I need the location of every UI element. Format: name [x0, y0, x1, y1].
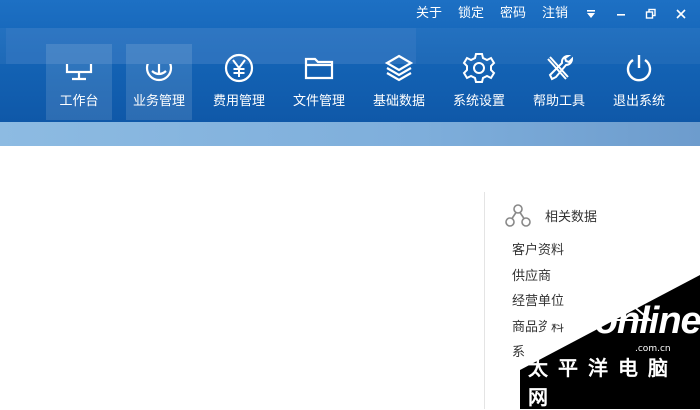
nav-business[interactable]: 业务管理 [126, 44, 192, 120]
restore-icon[interactable] [644, 7, 658, 21]
nav-files[interactable]: 文件管理 [286, 44, 352, 120]
power-icon [626, 55, 652, 82]
nav-expense[interactable]: 费用管理 [206, 44, 272, 120]
nav-workbench[interactable]: 工作台 [46, 44, 112, 120]
dropdown-icon[interactable] [584, 7, 598, 21]
panel-title: 相关数据 [545, 209, 598, 225]
panel-divider [484, 192, 485, 409]
lock-link[interactable]: 锁定 [458, 4, 484, 24]
gear-icon [462, 53, 496, 83]
watermark-cn: 太平洋电脑网 [528, 356, 678, 409]
nav-exit[interactable]: 退出系统 [606, 44, 672, 120]
password-link[interactable]: 密码 [500, 4, 526, 24]
nav-label: 业务管理 [132, 94, 185, 109]
minimize-icon[interactable] [614, 7, 628, 21]
nav-label: 帮助工具 [532, 94, 585, 109]
share-icon [505, 204, 531, 227]
yen-icon [224, 53, 254, 83]
nav-label: 工作台 [59, 94, 99, 109]
tab-bar [0, 122, 700, 146]
folder-icon [304, 57, 334, 80]
layers-icon [384, 54, 414, 82]
close-icon[interactable] [674, 7, 688, 21]
nav-label: 文件管理 [292, 94, 345, 109]
about-link[interactable]: 关于 [416, 4, 442, 24]
workbench-icon [61, 50, 97, 86]
nav-settings[interactable]: 系统设置 [446, 44, 512, 120]
tools-icon [547, 54, 574, 81]
nav-label: 费用管理 [212, 94, 265, 109]
nav-basic-data[interactable]: 基础数据 [366, 44, 432, 120]
main-nav: 工作台 业务管理 费用管理 文件管理 基础数据 系统设置 帮助工具 退出系统 [46, 44, 686, 120]
watermark-brand: PConline [544, 300, 700, 342]
related-data-header: 相关数据 [505, 202, 597, 228]
logout-link[interactable]: 注销 [542, 4, 568, 24]
nav-label: 退出系统 [612, 94, 665, 109]
nav-help-tools[interactable]: 帮助工具 [526, 44, 592, 120]
top-links: 关于 锁定 密码 注销 [416, 4, 688, 24]
nav-label: 基础数据 [372, 94, 425, 109]
business-icon [141, 50, 177, 86]
panel-item-customers[interactable]: 客户资料 [512, 238, 564, 264]
nav-label: 系统设置 [452, 94, 505, 109]
